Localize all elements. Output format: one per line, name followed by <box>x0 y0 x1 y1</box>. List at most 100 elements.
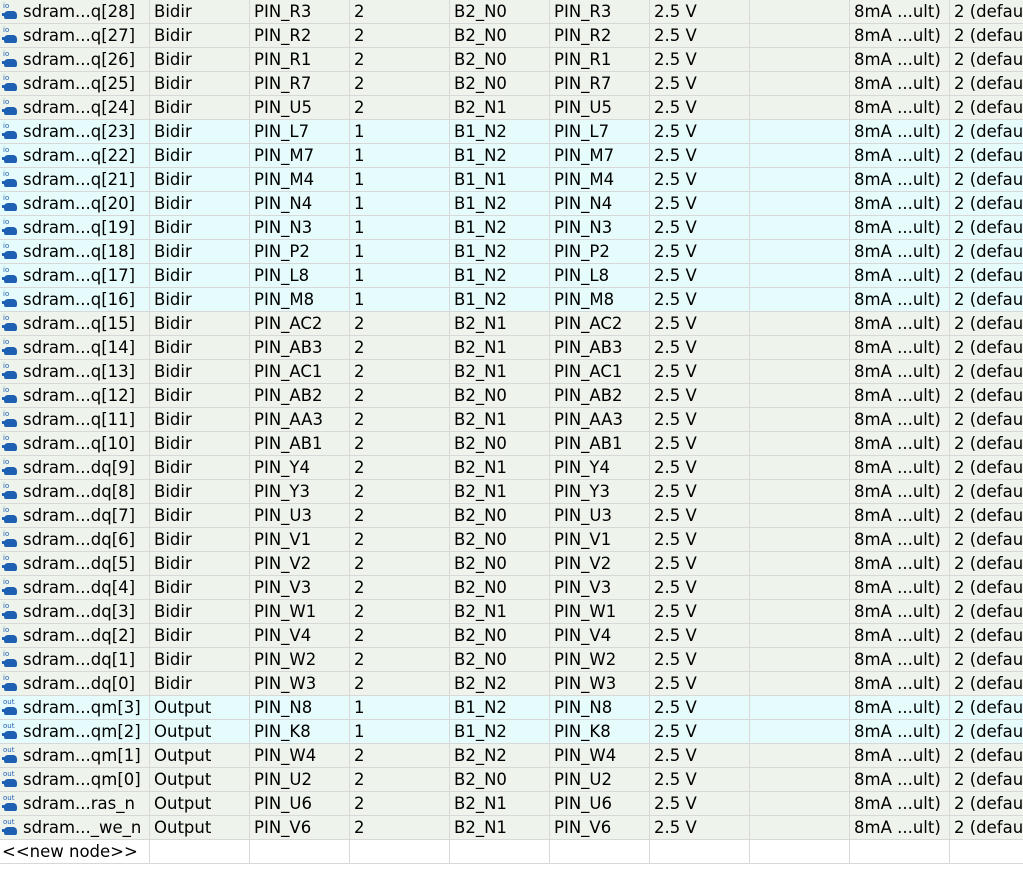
current-strength-cell[interactable]: 8mA ...ult) <box>850 144 950 168</box>
vref-group-cell[interactable]: B2_N1 <box>450 360 550 384</box>
node-name-cell[interactable]: out sdram...ras_n <box>0 792 150 816</box>
vref-group-cell[interactable]: B2_N0 <box>450 528 550 552</box>
slew-rate-cell[interactable]: 2 (defaul <box>950 456 1023 480</box>
table-row[interactable]: io sdram...q[23] Bidir PIN_L7 1 B1_N2 PIN_L7 2.… <box>0 120 1023 144</box>
reserved-cell[interactable] <box>750 552 850 576</box>
node-name-cell[interactable]: io sdram...q[20] <box>0 192 150 216</box>
slew-rate-cell[interactable]: 2 (defaul <box>950 384 1023 408</box>
fitter-location-cell[interactable]: PIN_K8 <box>550 720 650 744</box>
location-cell[interactable]: PIN_N3 <box>250 216 350 240</box>
vref-group-cell[interactable]: B2_N1 <box>450 792 550 816</box>
node-name-cell[interactable]: io sdram...dq[5] <box>0 552 150 576</box>
reserved-cell[interactable] <box>750 312 850 336</box>
direction-cell[interactable]: Bidir <box>150 312 250 336</box>
table-row[interactable]: io sdram...dq[9] Bidir PIN_Y4 2 B2_N1 PIN_Y4 2.… <box>0 456 1023 480</box>
current-strength-cell[interactable]: 8mA ...ult) <box>850 552 950 576</box>
location-cell[interactable]: PIN_AB3 <box>250 336 350 360</box>
slew-rate-cell[interactable]: 2 (defaul <box>950 144 1023 168</box>
node-name-cell[interactable]: io sdram...q[19] <box>0 216 150 240</box>
location-cell[interactable]: PIN_AC1 <box>250 360 350 384</box>
direction-cell[interactable]: Bidir <box>150 120 250 144</box>
node-name-cell[interactable]: io sdram...q[17] <box>0 264 150 288</box>
vref-group-cell[interactable]: B2_N2 <box>450 744 550 768</box>
io-standard-cell[interactable]: 2.5 V <box>650 24 750 48</box>
node-name-cell[interactable]: io sdram...q[28] <box>0 0 150 24</box>
node-name-cell[interactable]: io sdram...q[11] <box>0 408 150 432</box>
new-node-cell[interactable]: <<new node>> <box>0 840 150 864</box>
io-bank-cell[interactable]: 2 <box>350 528 450 552</box>
io-bank-cell[interactable]: 1 <box>350 144 450 168</box>
table-row[interactable]: io sdram...dq[8] Bidir PIN_Y3 2 B2_N1 PIN_Y3 2.… <box>0 480 1023 504</box>
io-standard-cell[interactable]: 2.5 V <box>650 72 750 96</box>
location-cell[interactable]: PIN_W1 <box>250 600 350 624</box>
reserved-cell[interactable] <box>750 336 850 360</box>
io-bank-cell[interactable]: 1 <box>350 192 450 216</box>
vref-group-cell[interactable]: B1_N2 <box>450 144 550 168</box>
io-standard-cell[interactable]: 2.5 V <box>650 264 750 288</box>
io-standard-cell[interactable]: 2.5 V <box>650 312 750 336</box>
table-row[interactable]: io sdram...q[16] Bidir PIN_M8 1 B1_N2 PIN_M8 2.… <box>0 288 1023 312</box>
table-row[interactable]: out sdram...qm[2] Output PIN_K8 1 B1_N2 PIN_K8… <box>0 720 1023 744</box>
table-row[interactable]: io sdram...q[19] Bidir PIN_N3 1 B1_N2 PIN_N3 2.… <box>0 216 1023 240</box>
reserved-cell[interactable] <box>750 528 850 552</box>
direction-cell[interactable]: Output <box>150 768 250 792</box>
reserved-cell[interactable] <box>750 24 850 48</box>
vref-group-cell[interactable]: B2_N1 <box>450 456 550 480</box>
slew-rate-cell[interactable]: 2 (defaul <box>950 576 1023 600</box>
current-strength-cell[interactable]: 8mA ...ult) <box>850 480 950 504</box>
fitter-location-cell[interactable]: PIN_P2 <box>550 240 650 264</box>
io-standard-cell[interactable]: 2.5 V <box>650 168 750 192</box>
vref-group-cell[interactable]: B2_N0 <box>450 72 550 96</box>
io-standard-cell[interactable]: 2.5 V <box>650 96 750 120</box>
io-bank-cell[interactable]: 2 <box>350 96 450 120</box>
vref-group-cell[interactable]: B2_N2 <box>450 672 550 696</box>
fitter-location-cell[interactable]: PIN_N4 <box>550 192 650 216</box>
io-standard-cell[interactable]: 2.5 V <box>650 504 750 528</box>
node-name-cell[interactable]: io sdram...q[10] <box>0 432 150 456</box>
direction-cell[interactable]: Output <box>150 816 250 840</box>
current-strength-cell[interactable]: 8mA ...ult) <box>850 336 950 360</box>
vref-group-cell[interactable]: B2_N1 <box>450 408 550 432</box>
direction-cell[interactable]: Bidir <box>150 336 250 360</box>
reserved-cell[interactable] <box>750 288 850 312</box>
fitter-location-cell[interactable]: PIN_U5 <box>550 96 650 120</box>
current-strength-cell[interactable]: 8mA ...ult) <box>850 624 950 648</box>
reserved-cell[interactable] <box>750 696 850 720</box>
current-strength-cell[interactable]: 8mA ...ult) <box>850 72 950 96</box>
io-bank-cell[interactable]: 1 <box>350 216 450 240</box>
io-standard-cell[interactable]: 2.5 V <box>650 624 750 648</box>
location-cell[interactable]: PIN_R2 <box>250 24 350 48</box>
io-standard-cell[interactable]: 2.5 V <box>650 48 750 72</box>
io-standard-cell[interactable]: 2.5 V <box>650 552 750 576</box>
io-bank-cell[interactable]: 2 <box>350 672 450 696</box>
reserved-cell[interactable] <box>750 360 850 384</box>
reserved-cell[interactable] <box>750 624 850 648</box>
current-strength-cell[interactable]: 8mA ...ult) <box>850 768 950 792</box>
vref-group-cell[interactable]: B2_N1 <box>450 600 550 624</box>
io-standard-cell[interactable]: 2.5 V <box>650 144 750 168</box>
vref-group-cell[interactable]: B2_N0 <box>450 576 550 600</box>
io-bank-cell[interactable]: 2 <box>350 48 450 72</box>
current-strength-cell[interactable]: 8mA ...ult) <box>850 264 950 288</box>
node-name-cell[interactable]: out sdram...qm[2] <box>0 720 150 744</box>
slew-rate-cell[interactable]: 2 (defaul <box>950 552 1023 576</box>
vref-group-cell[interactable]: B2_N1 <box>450 816 550 840</box>
current-strength-cell[interactable]: 8mA ...ult) <box>850 408 950 432</box>
current-strength-cell[interactable]: 8mA ...ult) <box>850 48 950 72</box>
slew-rate-cell[interactable]: 2 (defaul <box>950 432 1023 456</box>
node-name-cell[interactable]: io sdram...dq[3] <box>0 600 150 624</box>
slew-rate-cell[interactable]: 2 (defaul <box>950 312 1023 336</box>
direction-cell[interactable]: Bidir <box>150 168 250 192</box>
fitter-location-cell[interactable]: PIN_W2 <box>550 648 650 672</box>
table-row[interactable]: io sdram...q[13] Bidir PIN_AC1 2 B2_N1 PIN_AC1… <box>0 360 1023 384</box>
fitter-location-cell[interactable]: PIN_W3 <box>550 672 650 696</box>
current-strength-cell[interactable]: 8mA ...ult) <box>850 816 950 840</box>
io-standard-cell[interactable]: 2.5 V <box>650 480 750 504</box>
slew-rate-cell[interactable]: 2 (defaul <box>950 192 1023 216</box>
location-cell[interactable]: PIN_U5 <box>250 96 350 120</box>
reserved-cell[interactable] <box>750 72 850 96</box>
location-cell[interactable]: PIN_W3 <box>250 672 350 696</box>
slew-rate-cell[interactable]: 2 (defaul <box>950 792 1023 816</box>
node-name-cell[interactable]: out sdram...qm[3] <box>0 696 150 720</box>
slew-rate-cell[interactable]: 2 (defaul <box>950 24 1023 48</box>
